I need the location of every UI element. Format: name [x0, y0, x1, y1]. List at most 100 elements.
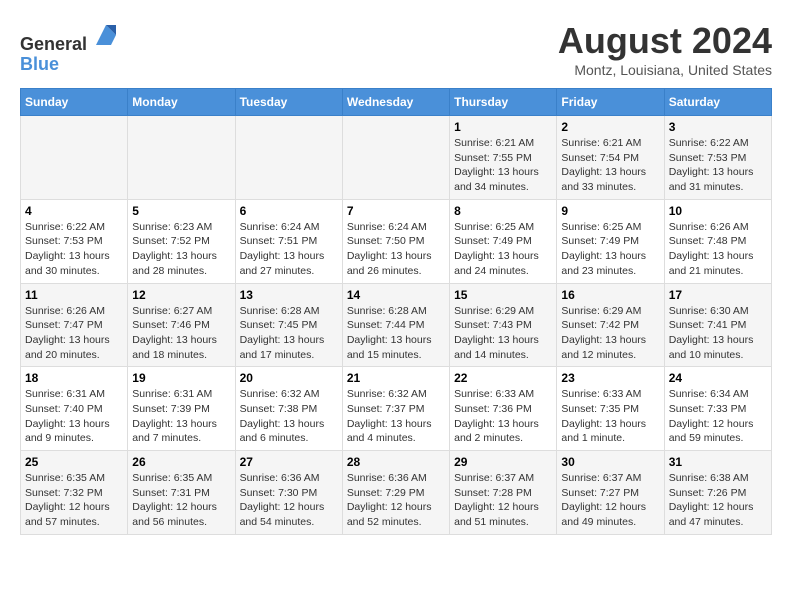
- day-info: Sunrise: 6:31 AMSunset: 7:40 PMDaylight:…: [25, 387, 123, 446]
- logo: General Blue: [20, 20, 121, 75]
- day-info: Sunrise: 6:24 AMSunset: 7:50 PMDaylight:…: [347, 220, 445, 279]
- day-info: Sunrise: 6:36 AMSunset: 7:29 PMDaylight:…: [347, 471, 445, 530]
- day-number: 4: [25, 204, 123, 218]
- day-info: Sunrise: 6:25 AMSunset: 7:49 PMDaylight:…: [561, 220, 659, 279]
- calendar-day-cell: 22 Sunrise: 6:33 AMSunset: 7:36 PMDayligh…: [450, 367, 557, 451]
- day-info: Sunrise: 6:26 AMSunset: 7:47 PMDaylight:…: [25, 304, 123, 363]
- day-number: 14: [347, 288, 445, 302]
- day-info: Sunrise: 6:22 AMSunset: 7:53 PMDaylight:…: [25, 220, 123, 279]
- day-of-week-header: Sunday: [21, 89, 128, 116]
- day-number: 10: [669, 204, 767, 218]
- calendar-day-cell: 31 Sunrise: 6:38 AMSunset: 7:26 PMDayligh…: [664, 451, 771, 535]
- day-number: 29: [454, 455, 552, 469]
- day-number: 9: [561, 204, 659, 218]
- calendar-day-cell: 16 Sunrise: 6:29 AMSunset: 7:42 PMDayligh…: [557, 283, 664, 367]
- day-number: 11: [25, 288, 123, 302]
- day-info: Sunrise: 6:37 AMSunset: 7:27 PMDaylight:…: [561, 471, 659, 530]
- day-number: 8: [454, 204, 552, 218]
- day-info: Sunrise: 6:33 AMSunset: 7:35 PMDaylight:…: [561, 387, 659, 446]
- day-number: 30: [561, 455, 659, 469]
- calendar-day-cell: 2 Sunrise: 6:21 AMSunset: 7:54 PMDaylight…: [557, 116, 664, 200]
- calendar-day-cell: 23 Sunrise: 6:33 AMSunset: 7:35 PMDayligh…: [557, 367, 664, 451]
- calendar-week-row: 11 Sunrise: 6:26 AMSunset: 7:47 PMDayligh…: [21, 283, 772, 367]
- calendar-day-cell: 12 Sunrise: 6:27 AMSunset: 7:46 PMDayligh…: [128, 283, 235, 367]
- day-number: 5: [132, 204, 230, 218]
- day-info: Sunrise: 6:36 AMSunset: 7:30 PMDaylight:…: [240, 471, 338, 530]
- calendar-day-cell: 5 Sunrise: 6:23 AMSunset: 7:52 PMDaylight…: [128, 199, 235, 283]
- day-number: 26: [132, 455, 230, 469]
- day-info: Sunrise: 6:29 AMSunset: 7:43 PMDaylight:…: [454, 304, 552, 363]
- calendar-day-cell: 11 Sunrise: 6:26 AMSunset: 7:47 PMDayligh…: [21, 283, 128, 367]
- day-number: 27: [240, 455, 338, 469]
- calendar-table: SundayMondayTuesdayWednesdayThursdayFrid…: [20, 88, 772, 535]
- calendar-day-cell: 10 Sunrise: 6:26 AMSunset: 7:48 PMDayligh…: [664, 199, 771, 283]
- day-info: Sunrise: 6:28 AMSunset: 7:45 PMDaylight:…: [240, 304, 338, 363]
- location: Montz, Louisiana, United States: [558, 62, 772, 78]
- day-number: 12: [132, 288, 230, 302]
- day-number: 13: [240, 288, 338, 302]
- day-info: Sunrise: 6:37 AMSunset: 7:28 PMDaylight:…: [454, 471, 552, 530]
- calendar-day-cell: 13 Sunrise: 6:28 AMSunset: 7:45 PMDayligh…: [235, 283, 342, 367]
- day-number: 3: [669, 120, 767, 134]
- calendar-header-row: SundayMondayTuesdayWednesdayThursdayFrid…: [21, 89, 772, 116]
- calendar-day-cell: [21, 116, 128, 200]
- calendar-day-cell: 1Sunrise: 6:21 AMSunset: 7:55 PMDaylight…: [450, 116, 557, 200]
- day-info: Sunrise: 6:26 AMSunset: 7:48 PMDaylight:…: [669, 220, 767, 279]
- day-info: Sunrise: 6:31 AMSunset: 7:39 PMDaylight:…: [132, 387, 230, 446]
- calendar-week-row: 18 Sunrise: 6:31 AMSunset: 7:40 PMDayligh…: [21, 367, 772, 451]
- day-info: Sunrise: 6:33 AMSunset: 7:36 PMDaylight:…: [454, 387, 552, 446]
- calendar-week-row: 1Sunrise: 6:21 AMSunset: 7:55 PMDaylight…: [21, 116, 772, 200]
- day-info: Sunrise: 6:32 AMSunset: 7:37 PMDaylight:…: [347, 387, 445, 446]
- calendar-day-cell: 7 Sunrise: 6:24 AMSunset: 7:50 PMDaylight…: [342, 199, 449, 283]
- day-number: 2: [561, 120, 659, 134]
- month-title: August 2024: [558, 20, 772, 62]
- day-number: 1: [454, 120, 552, 134]
- day-info: Sunrise: 6:27 AMSunset: 7:46 PMDaylight:…: [132, 304, 230, 363]
- calendar-day-cell: 25 Sunrise: 6:35 AMSunset: 7:32 PMDayligh…: [21, 451, 128, 535]
- day-of-week-header: Tuesday: [235, 89, 342, 116]
- day-info: Sunrise: 6:34 AMSunset: 7:33 PMDaylight:…: [669, 387, 767, 446]
- day-number: 25: [25, 455, 123, 469]
- calendar-day-cell: 30 Sunrise: 6:37 AMSunset: 7:27 PMDayligh…: [557, 451, 664, 535]
- calendar-day-cell: 26Sunrise: 6:35 AMSunset: 7:31 PMDayligh…: [128, 451, 235, 535]
- calendar-day-cell: 6Sunrise: 6:24 AMSunset: 7:51 PMDaylight…: [235, 199, 342, 283]
- calendar-day-cell: 19Sunrise: 6:31 AMSunset: 7:39 PMDayligh…: [128, 367, 235, 451]
- day-number: 31: [669, 455, 767, 469]
- calendar-day-cell: 4 Sunrise: 6:22 AMSunset: 7:53 PMDaylight…: [21, 199, 128, 283]
- day-number: 18: [25, 371, 123, 385]
- calendar-week-row: 25 Sunrise: 6:35 AMSunset: 7:32 PMDayligh…: [21, 451, 772, 535]
- calendar-day-cell: 9 Sunrise: 6:25 AMSunset: 7:49 PMDaylight…: [557, 199, 664, 283]
- day-info: Sunrise: 6:24 AMSunset: 7:51 PMDaylight:…: [240, 220, 338, 279]
- day-of-week-header: Monday: [128, 89, 235, 116]
- calendar-day-cell: 27 Sunrise: 6:36 AMSunset: 7:30 PMDayligh…: [235, 451, 342, 535]
- calendar-day-cell: [235, 116, 342, 200]
- calendar-day-cell: [342, 116, 449, 200]
- calendar-day-cell: 15 Sunrise: 6:29 AMSunset: 7:43 PMDayligh…: [450, 283, 557, 367]
- day-info: Sunrise: 6:38 AMSunset: 7:26 PMDaylight:…: [669, 471, 767, 530]
- day-of-week-header: Saturday: [664, 89, 771, 116]
- day-info: Sunrise: 6:21 AMSunset: 7:54 PMDaylight:…: [561, 136, 659, 195]
- calendar-day-cell: 21Sunrise: 6:32 AMSunset: 7:37 PMDayligh…: [342, 367, 449, 451]
- day-number: 16: [561, 288, 659, 302]
- day-number: 20: [240, 371, 338, 385]
- logo-icon: [91, 20, 121, 50]
- day-info: Sunrise: 6:22 AMSunset: 7:53 PMDaylight:…: [669, 136, 767, 195]
- calendar-day-cell: 8Sunrise: 6:25 AMSunset: 7:49 PMDaylight…: [450, 199, 557, 283]
- day-info: Sunrise: 6:29 AMSunset: 7:42 PMDaylight:…: [561, 304, 659, 363]
- day-number: 23: [561, 371, 659, 385]
- calendar-day-cell: [128, 116, 235, 200]
- day-of-week-header: Friday: [557, 89, 664, 116]
- day-number: 22: [454, 371, 552, 385]
- logo-general: General: [20, 34, 87, 54]
- day-info: Sunrise: 6:30 AMSunset: 7:41 PMDaylight:…: [669, 304, 767, 363]
- day-of-week-header: Thursday: [450, 89, 557, 116]
- day-info: Sunrise: 6:23 AMSunset: 7:52 PMDaylight:…: [132, 220, 230, 279]
- calendar-day-cell: 29 Sunrise: 6:37 AMSunset: 7:28 PMDayligh…: [450, 451, 557, 535]
- calendar-day-cell: 18 Sunrise: 6:31 AMSunset: 7:40 PMDayligh…: [21, 367, 128, 451]
- day-number: 28: [347, 455, 445, 469]
- day-info: Sunrise: 6:35 AMSunset: 7:32 PMDaylight:…: [25, 471, 123, 530]
- title-block: August 2024 Montz, Louisiana, United Sta…: [558, 20, 772, 78]
- day-number: 15: [454, 288, 552, 302]
- calendar-day-cell: 20Sunrise: 6:32 AMSunset: 7:38 PMDayligh…: [235, 367, 342, 451]
- day-number: 7: [347, 204, 445, 218]
